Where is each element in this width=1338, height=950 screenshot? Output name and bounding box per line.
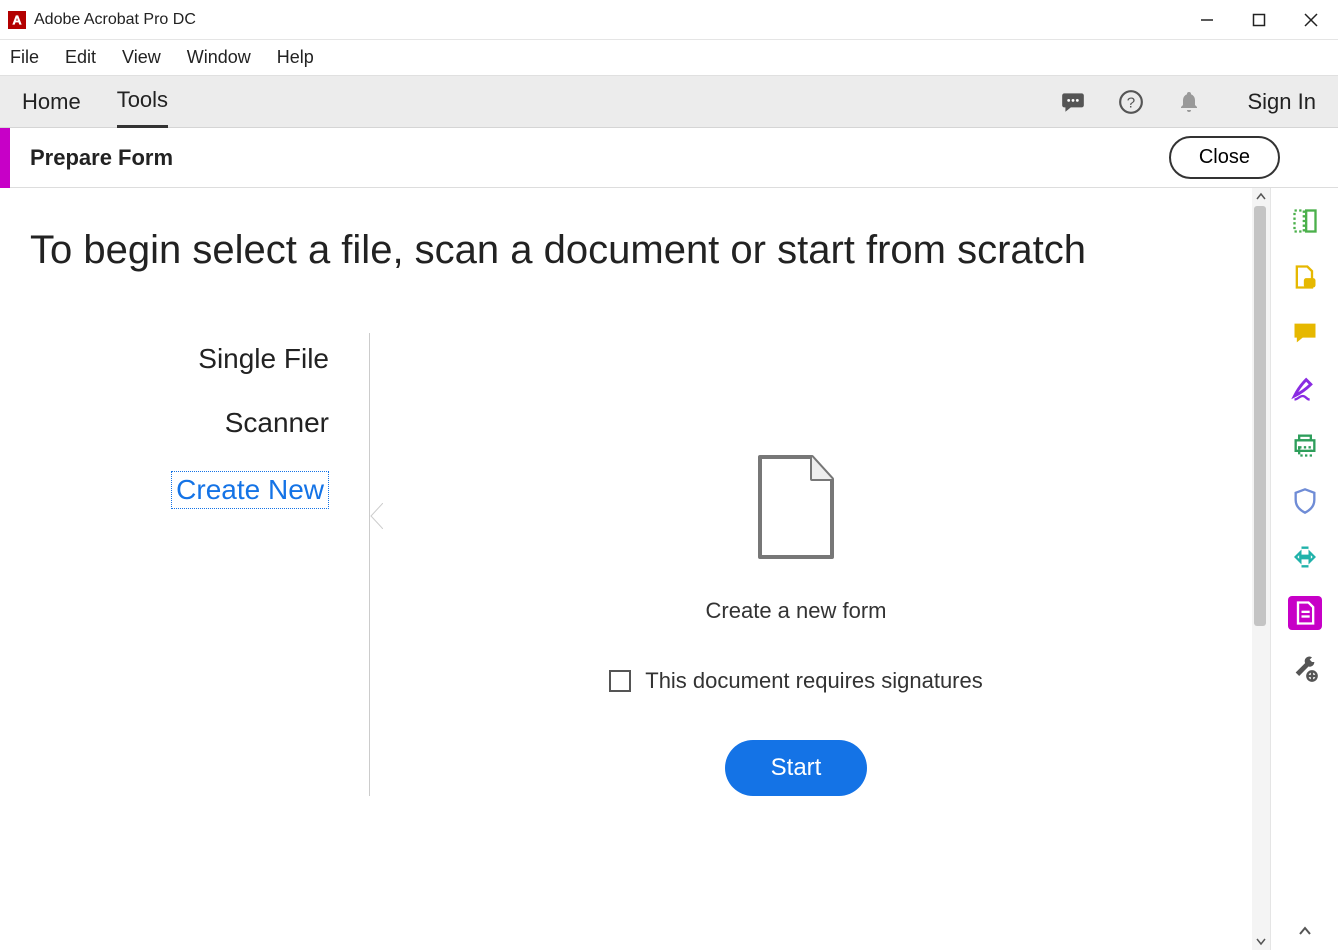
- menu-file[interactable]: File: [10, 47, 39, 68]
- protect-icon[interactable]: [1288, 484, 1322, 518]
- signature-checkbox[interactable]: [609, 670, 631, 692]
- chat-icon[interactable]: [1058, 87, 1088, 117]
- option-single-file[interactable]: Single File: [30, 343, 329, 375]
- main-content: To begin select a file, scan a document …: [0, 188, 1252, 950]
- option-scanner[interactable]: Scanner: [30, 407, 329, 439]
- maximize-button[interactable]: [1250, 11, 1268, 29]
- app-icon: [8, 11, 26, 29]
- minimize-button[interactable]: [1198, 11, 1216, 29]
- svg-text:?: ?: [1126, 94, 1134, 111]
- menu-help[interactable]: Help: [277, 47, 314, 68]
- help-icon[interactable]: ?: [1116, 87, 1146, 117]
- rail-collapse-icon[interactable]: [1298, 925, 1312, 950]
- scroll-down-arrow-icon[interactable]: [1252, 932, 1270, 950]
- top-nav: Home Tools ? Sign In: [0, 76, 1338, 128]
- close-button[interactable]: Close: [1169, 136, 1280, 179]
- menu-bar: File Edit View Window Help: [0, 40, 1338, 76]
- fill-sign-icon[interactable]: [1288, 372, 1322, 406]
- signature-label: This document requires signatures: [645, 668, 983, 694]
- compare-files-icon[interactable]: [1288, 204, 1322, 238]
- scroll-thumb[interactable]: [1254, 206, 1266, 626]
- window-titlebar: Adobe Acrobat Pro DC: [0, 0, 1338, 40]
- menu-window[interactable]: Window: [187, 47, 251, 68]
- vertical-scrollbar[interactable]: [1252, 188, 1270, 950]
- workspace: To begin select a file, scan a document …: [0, 188, 1338, 950]
- scroll-track[interactable]: [1252, 206, 1270, 932]
- window-controls: [1198, 11, 1330, 29]
- comment-icon[interactable]: [1288, 316, 1322, 350]
- prepare-form-icon[interactable]: [1288, 596, 1322, 630]
- menu-view[interactable]: View: [122, 47, 161, 68]
- tab-tools[interactable]: Tools: [117, 75, 168, 128]
- option-create-new[interactable]: Create New: [171, 471, 329, 509]
- selection-notch-icon: [369, 503, 383, 529]
- source-option-list: Single File Scanner Create New: [30, 333, 370, 796]
- option-detail: Create a new form This document requires…: [370, 333, 1222, 796]
- more-tools-icon[interactable]: [1288, 652, 1322, 686]
- print-production-icon[interactable]: [1288, 428, 1322, 462]
- export-pdf-icon[interactable]: [1288, 260, 1322, 294]
- bell-icon[interactable]: [1174, 87, 1204, 117]
- menu-edit[interactable]: Edit: [65, 47, 96, 68]
- signature-row: This document requires signatures: [609, 668, 983, 694]
- document-icon: [750, 453, 842, 568]
- tab-home[interactable]: Home: [22, 77, 81, 127]
- start-button[interactable]: Start: [725, 740, 868, 796]
- sign-in-link[interactable]: Sign In: [1248, 89, 1317, 115]
- detail-caption: Create a new form: [706, 598, 887, 624]
- context-bar: Prepare Form Close: [0, 128, 1338, 188]
- scroll-up-arrow-icon[interactable]: [1252, 188, 1270, 206]
- tool-rail: [1270, 188, 1338, 950]
- optimize-pdf-icon[interactable]: [1288, 540, 1322, 574]
- window-title: Adobe Acrobat Pro DC: [34, 11, 1198, 29]
- close-window-button[interactable]: [1302, 11, 1320, 29]
- context-title: Prepare Form: [30, 145, 1169, 171]
- context-accent: [0, 128, 10, 188]
- headline: To begin select a file, scan a document …: [30, 228, 1222, 273]
